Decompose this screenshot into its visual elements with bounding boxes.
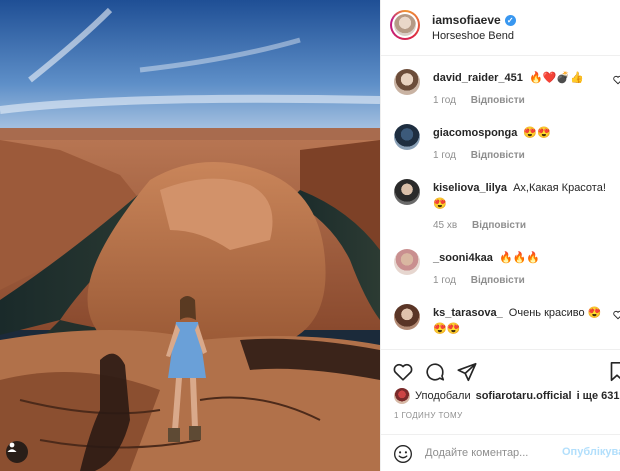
reply-button[interactable]: Відповісти bbox=[471, 275, 525, 286]
comment-time: 45 хв bbox=[433, 220, 458, 231]
comment-icon[interactable] bbox=[424, 361, 446, 383]
post-photo[interactable] bbox=[0, 0, 380, 471]
avatar[interactable] bbox=[394, 249, 420, 275]
post-side-panel: iamsofiaeve ✓ Horseshoe Bend david_raide… bbox=[380, 0, 620, 471]
author-username[interactable]: iamsofiaeve bbox=[432, 13, 501, 27]
avatar[interactable] bbox=[394, 124, 420, 150]
likes-count[interactable]: і ще 631 bbox=[577, 390, 620, 402]
comment-time: 1 год bbox=[433, 150, 456, 161]
reply-button[interactable]: Відповісти bbox=[471, 150, 525, 161]
heart-icon[interactable] bbox=[392, 361, 414, 383]
comment-text: 😍😍 bbox=[523, 127, 551, 139]
comments-list[interactable]: david_raider_451 🔥❤️💣👍 1 год Відповісти … bbox=[381, 57, 620, 349]
likes-user[interactable]: sofiarotaru.official bbox=[476, 390, 572, 402]
avatar[interactable] bbox=[394, 304, 420, 330]
avatar[interactable] bbox=[394, 388, 410, 404]
bookmark-icon[interactable] bbox=[609, 361, 620, 383]
comment-text: 🔥❤️💣👍 bbox=[528, 72, 584, 84]
comment-text: 🔥🔥🔥 bbox=[498, 252, 541, 264]
add-comment-bar: Опублікувати bbox=[381, 434, 620, 471]
likes-summary: Уподобали sofiarotaru.official і ще 631 bbox=[394, 388, 619, 404]
horseshoe-bend-image bbox=[0, 0, 380, 471]
like-comment-heart-icon[interactable] bbox=[613, 75, 620, 85]
post-actions bbox=[381, 349, 620, 389]
avatar[interactable] bbox=[390, 10, 420, 40]
publish-button[interactable]: Опублікувати bbox=[562, 446, 620, 458]
post-timestamp[interactable]: 1 ГОДИНУ ТОМУ bbox=[394, 411, 463, 420]
reply-button[interactable]: Відповісти bbox=[471, 95, 525, 106]
comment-input[interactable] bbox=[425, 443, 555, 463]
user-tag-icon[interactable] bbox=[6, 441, 28, 463]
comment-username[interactable]: ks_tarasova_ bbox=[433, 307, 503, 319]
share-icon[interactable] bbox=[456, 361, 478, 383]
comment-username[interactable]: kiseliova_lilya bbox=[433, 182, 507, 194]
reply-button[interactable]: Відповісти bbox=[472, 220, 526, 231]
emoji-icon[interactable] bbox=[393, 444, 413, 464]
like-comment-heart-icon[interactable] bbox=[613, 310, 620, 320]
verified-badge-icon: ✓ bbox=[504, 14, 516, 26]
comment-username[interactable]: giacomosponga bbox=[433, 127, 517, 139]
comment-username[interactable]: _sooni4kaa bbox=[433, 252, 493, 264]
comment-time: 1 год bbox=[433, 275, 456, 286]
post-header: iamsofiaeve ✓ Horseshoe Bend bbox=[381, 0, 620, 56]
comment-username[interactable]: david_raider_451 bbox=[433, 72, 523, 84]
avatar[interactable] bbox=[394, 179, 420, 205]
likes-prefix: Уподобали bbox=[415, 390, 471, 402]
post-location[interactable]: Horseshoe Bend bbox=[432, 30, 514, 42]
comment-time: 1 год bbox=[433, 95, 456, 106]
avatar[interactable] bbox=[394, 69, 420, 95]
